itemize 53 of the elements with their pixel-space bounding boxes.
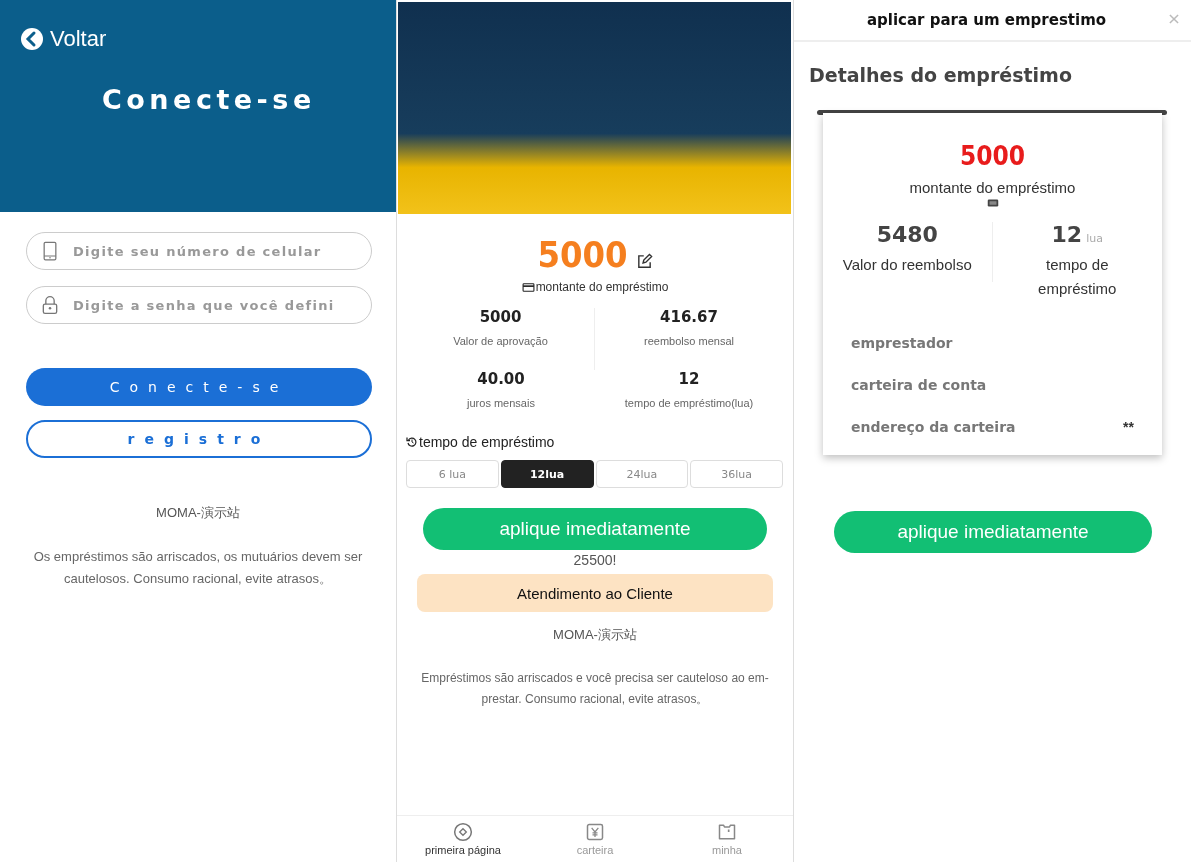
customer-service-button[interactable]: Atendimento ao Cliente bbox=[417, 574, 773, 612]
loan-amount: 5000 bbox=[537, 234, 628, 276]
register-button[interactable]: registro bbox=[26, 420, 372, 458]
repayment-value: 5480 bbox=[876, 222, 938, 247]
stat-value: 40.00 bbox=[477, 370, 525, 388]
stat-value: 5000 bbox=[479, 308, 522, 326]
site-name: MOMA-演示站 bbox=[552, 626, 638, 644]
stat-label: reembolso mensal bbox=[644, 335, 734, 347]
term-option[interactable]: 6 lua bbox=[406, 460, 499, 488]
card-icon bbox=[521, 280, 535, 294]
field-value: ** bbox=[1123, 419, 1134, 435]
yen-wallet-icon bbox=[585, 822, 605, 842]
loan-amount: 5000 bbox=[959, 141, 1026, 171]
stat-value: 12 bbox=[678, 370, 700, 388]
field-label: carteira de conta bbox=[851, 377, 987, 393]
term-option[interactable]: 36lua bbox=[690, 460, 783, 488]
ticker-text: 25500! bbox=[572, 552, 618, 568]
amount-label: montante do empréstimo bbox=[535, 280, 669, 294]
compass-icon bbox=[453, 822, 473, 842]
login-button[interactable]: Conecte-se bbox=[26, 368, 372, 406]
stat-label: juros mensais bbox=[467, 397, 535, 409]
input-field[interactable]: Digite a senha que você defini bbox=[26, 286, 372, 324]
disclaimer-text: Os empréstimos são arriscados, os mutuários devem ser cautelosos. Consumo racional, evite atrasos。 bbox=[32, 548, 364, 588]
input-field[interactable]: Digite seu número de celular bbox=[26, 232, 372, 270]
dialog-title: aplicar para um emprestimo bbox=[866, 11, 1107, 29]
field-label: endereço da carteira bbox=[851, 419, 1016, 435]
nav-item[interactable]: carteira bbox=[529, 816, 661, 862]
term-option[interactable]: 12lua bbox=[500, 460, 594, 488]
folder-icon bbox=[717, 822, 737, 842]
section-heading: tempo de empréstimo bbox=[419, 434, 555, 450]
nav-item[interactable]: minha bbox=[661, 816, 793, 862]
stat-label: Valor de aprovação bbox=[453, 335, 548, 347]
lock-icon bbox=[40, 293, 60, 317]
term-value: 12 bbox=[1051, 222, 1083, 247]
term-option[interactable]: 24lua bbox=[595, 460, 689, 488]
field-label: emprestador bbox=[851, 335, 953, 351]
close-icon bbox=[1167, 12, 1181, 26]
back-button[interactable]: Voltar bbox=[20, 26, 107, 52]
disclaimer-text: Empréstimos são arriscados e você precisa ser cauteloso ao em-prestar. Consumo racional, evite atrasos。 bbox=[420, 670, 770, 708]
nav-item[interactable]: primeira página bbox=[397, 816, 529, 862]
apply-button[interactable]: aplique imediatamente bbox=[834, 511, 1152, 553]
history-icon bbox=[406, 436, 418, 448]
repayment-label: Valor do reembolso bbox=[842, 255, 973, 275]
term-unit: lua bbox=[1086, 232, 1103, 245]
page-title: Conecte-se bbox=[102, 84, 317, 115]
stat-value: 416.67 bbox=[660, 308, 718, 326]
stat-label: tempo de empréstimo(lua) bbox=[624, 397, 754, 409]
apply-button[interactable]: aplique imediatamente bbox=[423, 508, 767, 550]
site-name: MOMA-演示站 bbox=[155, 504, 241, 522]
amount-label: montante do empréstimo bbox=[909, 179, 1076, 196]
section-heading: Detalhes do empréstimo bbox=[809, 64, 1073, 86]
edit-icon bbox=[635, 253, 653, 270]
term-label: tempo de empréstimo bbox=[1037, 255, 1118, 299]
